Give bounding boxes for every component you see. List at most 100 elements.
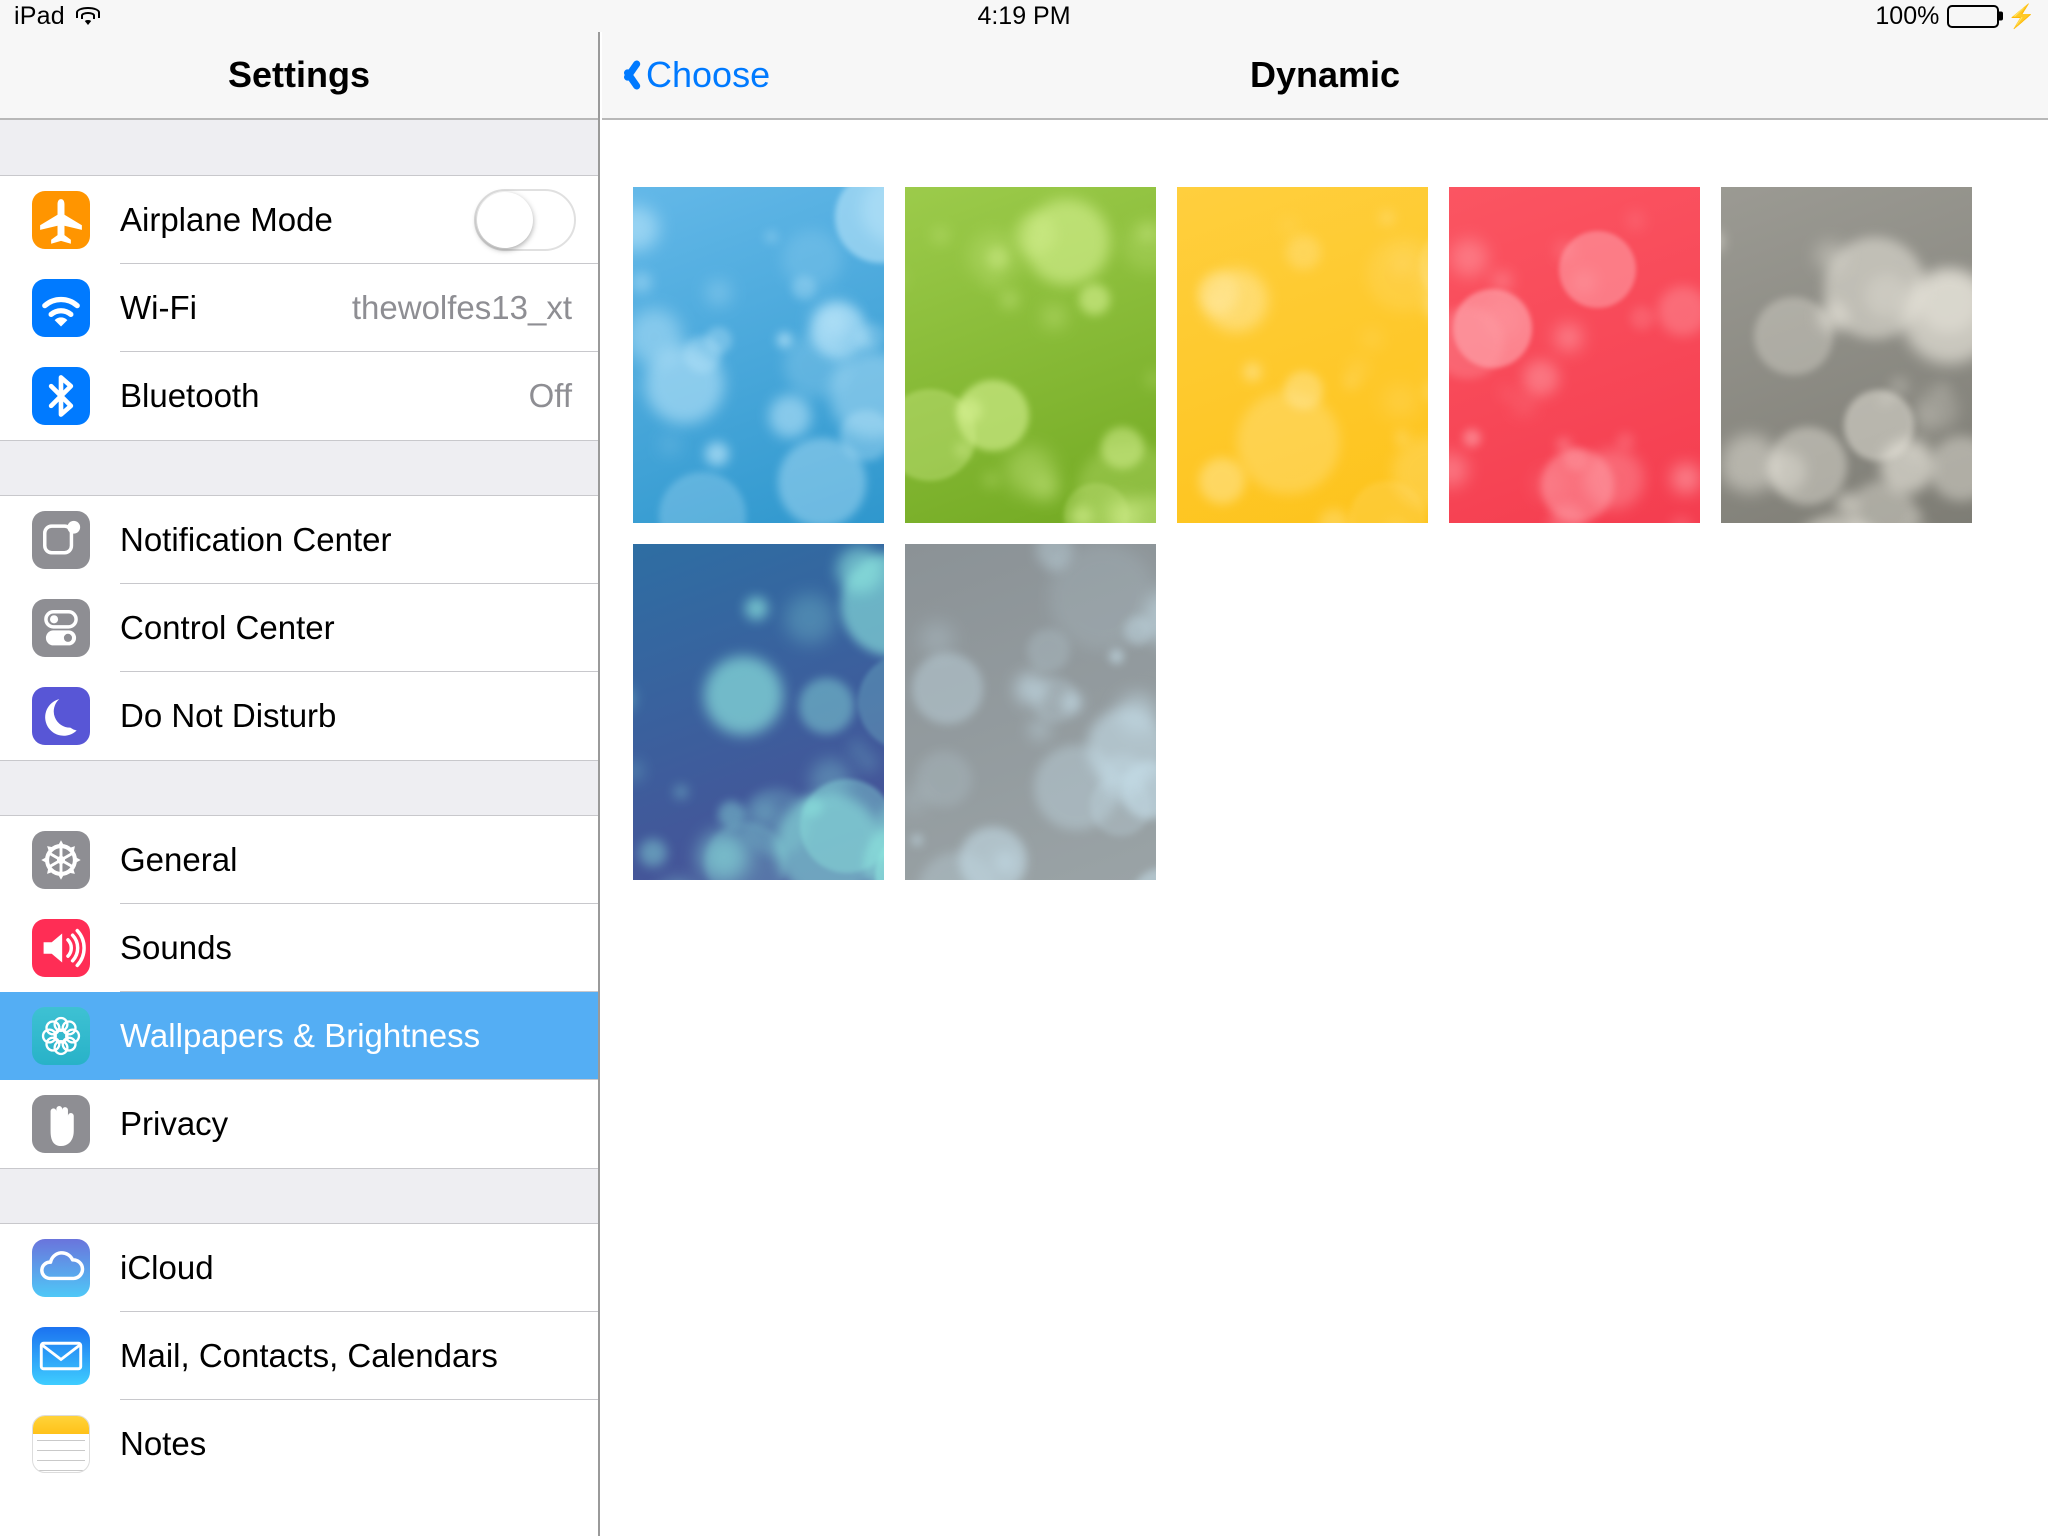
bokeh-circle xyxy=(1049,544,1156,650)
bokeh-circle xyxy=(1424,366,1428,378)
sidebar-item-sounds[interactable]: Sounds xyxy=(0,904,598,992)
sidebar-item-general[interactable]: General xyxy=(0,816,598,904)
sidebar-item-airplane-mode[interactable]: Airplane Mode xyxy=(0,176,598,264)
sidebar-item-label: Bluetooth xyxy=(120,377,259,415)
group-separator xyxy=(0,760,598,816)
bokeh-circle xyxy=(704,656,783,735)
bokeh-circle xyxy=(957,380,1028,451)
sidebar-item-label: Mail, Contacts, Calendars xyxy=(120,1337,498,1375)
bokeh-circle xyxy=(969,232,1020,283)
bokeh-circle xyxy=(1029,719,1050,740)
bokeh-circle xyxy=(785,594,835,644)
nav-title: Dynamic xyxy=(602,54,2048,96)
sidebar-item-control-center[interactable]: Control Center xyxy=(0,584,598,672)
bokeh-circle xyxy=(778,438,867,523)
sidebar-item-wi-fi[interactable]: Wi-Fithewolfes13_xt xyxy=(0,264,598,352)
sidebar-item-label: Do Not Disturb xyxy=(120,697,336,735)
bokeh-circle xyxy=(1844,390,1914,460)
bokeh-circle xyxy=(1286,235,1321,270)
wallpaper-thumbnail-dynamic-green[interactable] xyxy=(905,187,1156,523)
sidebar-item-notification-center[interactable]: Notification Center xyxy=(0,496,598,584)
bokeh-circle xyxy=(1006,447,1055,496)
sidebar-item-label: Control Center xyxy=(120,609,335,647)
wallpaper-grid[interactable] xyxy=(602,122,2048,1536)
settings-sidebar[interactable]: Settings Airplane ModeWi-Fithewolfes13_x… xyxy=(0,32,600,1536)
bokeh-circle xyxy=(699,832,749,880)
notification-center-icon xyxy=(32,511,90,569)
sidebar-item-label: Notification Center xyxy=(120,521,391,559)
bokeh-circle xyxy=(1517,397,1532,412)
battery-icon xyxy=(1947,5,1999,28)
bokeh-circle xyxy=(645,345,724,424)
bokeh-circle xyxy=(1079,284,1110,315)
control-center-icon xyxy=(32,599,90,657)
battery-percent: 100% xyxy=(1875,2,1939,31)
bokeh-circle xyxy=(855,332,874,351)
sidebar-item-do-not-disturb[interactable]: Do Not Disturb xyxy=(0,672,598,760)
bokeh-circle xyxy=(708,282,729,303)
wallpaper-thumbnail-dynamic-grey[interactable] xyxy=(1721,187,1972,523)
back-button-label: Choose xyxy=(646,54,770,96)
bokeh-circle xyxy=(920,622,954,656)
bokeh-circle xyxy=(1815,241,1845,271)
envelope-icon xyxy=(32,1327,90,1385)
bluetooth-icon xyxy=(32,367,90,425)
sidebar-item-icloud[interactable]: iCloud xyxy=(0,1224,598,1312)
bokeh-circle xyxy=(1087,708,1156,786)
group-separator xyxy=(0,120,598,176)
bokeh-circle xyxy=(792,276,815,299)
wallpaper-thumbnail-dynamic-yellow[interactable] xyxy=(1177,187,1428,523)
bokeh-circle xyxy=(1908,508,1924,523)
wallpaper-thumbnail-dynamic-blue[interactable] xyxy=(633,187,884,523)
sidebar-item-label: Privacy xyxy=(120,1105,228,1143)
sidebar-item-label: iCloud xyxy=(120,1249,214,1287)
settings-list[interactable]: Airplane ModeWi-Fithewolfes13_xtBluetoot… xyxy=(0,120,598,1488)
bokeh-circle xyxy=(1532,469,1564,501)
bokeh-circle xyxy=(705,327,732,354)
bokeh-circle xyxy=(1918,410,1933,425)
bokeh-circle xyxy=(745,597,768,620)
flower-icon xyxy=(32,1007,90,1065)
back-button[interactable]: Choose xyxy=(614,54,770,96)
bokeh-circle xyxy=(1501,387,1513,399)
wallpaper-thumbnail-dynamic-slate[interactable] xyxy=(905,544,1156,880)
bokeh-circle xyxy=(1559,231,1636,308)
sidebar-item-label: Airplane Mode xyxy=(120,201,333,239)
sidebar-item-notes[interactable]: Notes xyxy=(0,1400,598,1488)
wallpaper-thumbnail-dynamic-red[interactable] xyxy=(1449,187,1700,523)
status-bar: iPad 4:19 PM 100% ⚡ xyxy=(0,0,2048,32)
bokeh-circle xyxy=(1835,492,1858,515)
sidebar-item-mail-contacts-calendars[interactable]: Mail, Contacts, Calendars xyxy=(0,1312,598,1400)
sidebar-item-privacy[interactable]: Privacy xyxy=(0,1080,598,1168)
bokeh-circle xyxy=(851,743,863,755)
navigation-bar: Choose Dynamic xyxy=(602,32,2048,120)
wallpaper-thumbnail-dynamic-teal-purple[interactable] xyxy=(633,544,884,880)
bokeh-circle xyxy=(1101,427,1143,469)
bokeh-circle xyxy=(912,653,983,724)
airplane-mode-toggle[interactable] xyxy=(474,189,576,251)
speaker-icon xyxy=(32,919,90,977)
bokeh-circle xyxy=(769,395,812,438)
bokeh-circle xyxy=(1574,272,1594,292)
bokeh-circle xyxy=(1627,212,1644,229)
group-separator xyxy=(0,440,598,496)
group-separator xyxy=(0,1168,598,1224)
bokeh-circle xyxy=(814,303,852,341)
bokeh-circle xyxy=(1450,239,1488,277)
status-bar-right: 100% ⚡ xyxy=(1875,2,2036,31)
bokeh-circle xyxy=(1045,308,1063,326)
bokeh-circle xyxy=(1394,254,1412,272)
hand-icon xyxy=(32,1095,90,1153)
sidebar-item-bluetooth[interactable]: BluetoothOff xyxy=(0,352,598,440)
bokeh-circle xyxy=(1070,506,1092,523)
sidebar-item-label: General xyxy=(120,841,237,879)
bokeh-circle xyxy=(1351,362,1365,376)
bokeh-circle xyxy=(955,442,971,458)
sidebar-item-wallpapers-brightness[interactable]: Wallpapers & Brightness xyxy=(0,992,598,1080)
bokeh-circle xyxy=(1396,431,1408,443)
bokeh-circle xyxy=(1002,292,1017,307)
bokeh-circle xyxy=(1671,463,1700,493)
bokeh-circle xyxy=(1362,329,1382,349)
chevron-left-icon xyxy=(614,57,636,93)
bokeh-circle xyxy=(1383,384,1418,419)
